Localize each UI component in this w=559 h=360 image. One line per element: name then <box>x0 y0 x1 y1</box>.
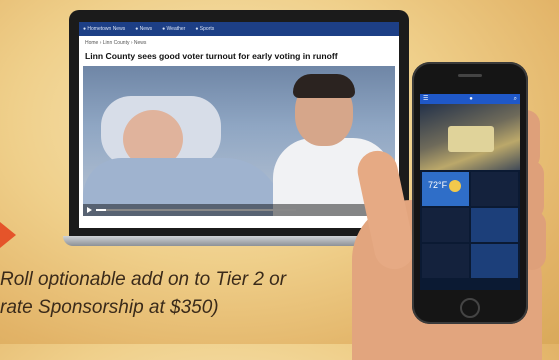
site-nav-bar: ● Hometown News ● News ● Weather ● Sport… <box>79 22 399 36</box>
news-tile[interactable] <box>471 208 518 242</box>
nav-item[interactable]: ● Weather <box>162 26 185 32</box>
phone-screen: ☰ ● ⌕ 72°F <box>420 94 520 290</box>
hero-image[interactable] <box>420 104 520 170</box>
menu-icon[interactable]: ☰ <box>423 94 428 104</box>
video-progress-bar[interactable] <box>96 209 296 211</box>
sun-icon <box>449 180 461 192</box>
laptop-bezel: ● Hometown News ● News ● Weather ● Sport… <box>69 10 409 238</box>
app-nav-bar: ☰ ● ⌕ <box>420 94 520 104</box>
doctor-hair <box>293 74 355 98</box>
logo-icon: ● <box>469 96 473 102</box>
caption-line-1: Roll optionable add on to Tier 2 or <box>0 269 287 290</box>
red-arrow-icon <box>0 222 16 248</box>
news-tile[interactable] <box>471 172 518 206</box>
laptop-screen: ● Hometown News ● News ● Weather ● Sport… <box>79 22 399 228</box>
truck-image <box>448 126 494 152</box>
weather-tile[interactable]: 72°F <box>422 172 469 206</box>
news-tile[interactable] <box>471 244 518 278</box>
smartphone: ☰ ● ⌕ 72°F <box>412 62 528 324</box>
search-icon[interactable]: ⌕ <box>514 94 517 104</box>
laptop: ● Hometown News ● News ● Weather ● Sport… <box>63 10 415 250</box>
video-player[interactable] <box>83 66 395 216</box>
nav-item[interactable]: ● Sports <box>195 26 214 32</box>
speaker-grille <box>458 74 482 77</box>
weather-temp: 72°F <box>428 180 448 190</box>
news-tile[interactable] <box>422 208 469 242</box>
news-tile[interactable] <box>422 244 469 278</box>
nav-item[interactable]: ● News <box>135 26 152 32</box>
video-controls <box>83 204 395 216</box>
article-headline: Linn County sees good voter turnout for … <box>85 51 338 61</box>
sponsorship-caption: Roll optionable add on to Tier 2 or rate… <box>0 266 340 322</box>
play-icon[interactable] <box>87 207 92 213</box>
nav-item[interactable]: ● Hometown News <box>83 26 125 32</box>
caption-line-2: rate Sponsorship at $350) <box>0 297 219 318</box>
app-tiles: 72°F <box>420 170 520 280</box>
video-progress-fill <box>96 209 106 211</box>
breadcrumb[interactable]: Home › Linn County › News <box>79 36 399 48</box>
home-button[interactable] <box>460 298 480 318</box>
